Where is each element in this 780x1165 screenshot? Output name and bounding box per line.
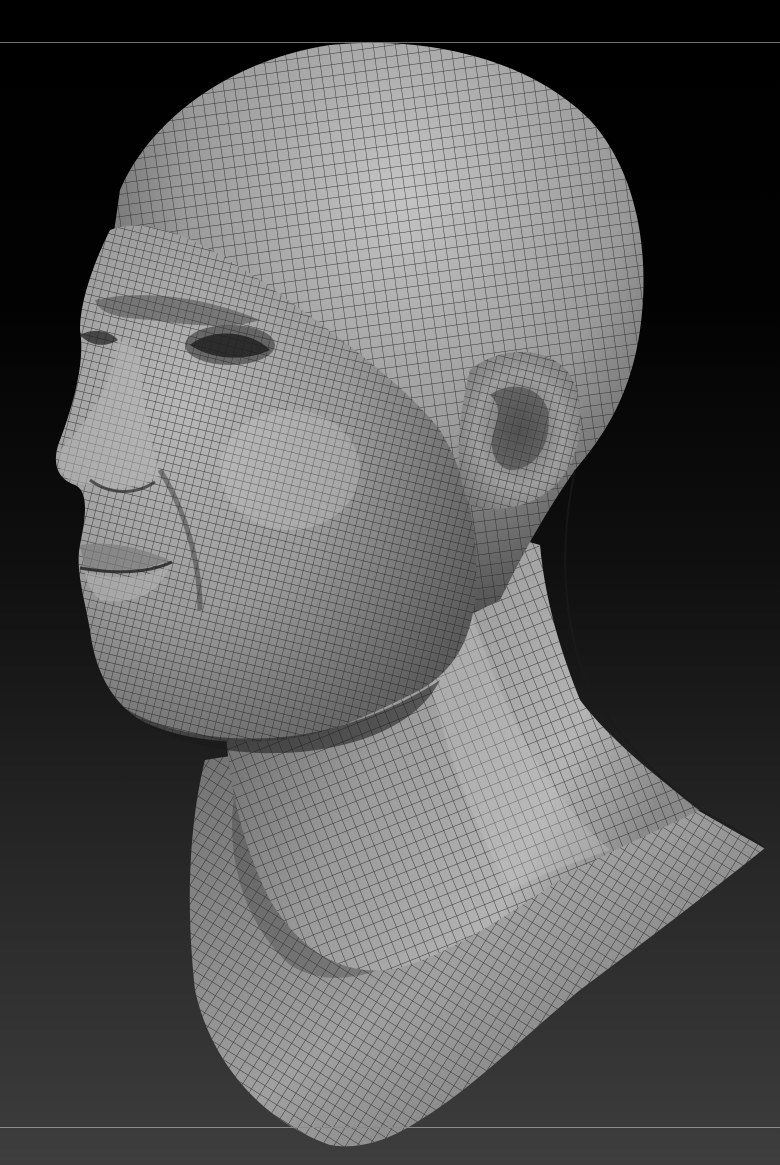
3d-viewport[interactable]: [0, 0, 780, 1165]
viewport-frame-bottom: [0, 1127, 780, 1128]
head-bust-model[interactable]: [0, 0, 780, 1165]
